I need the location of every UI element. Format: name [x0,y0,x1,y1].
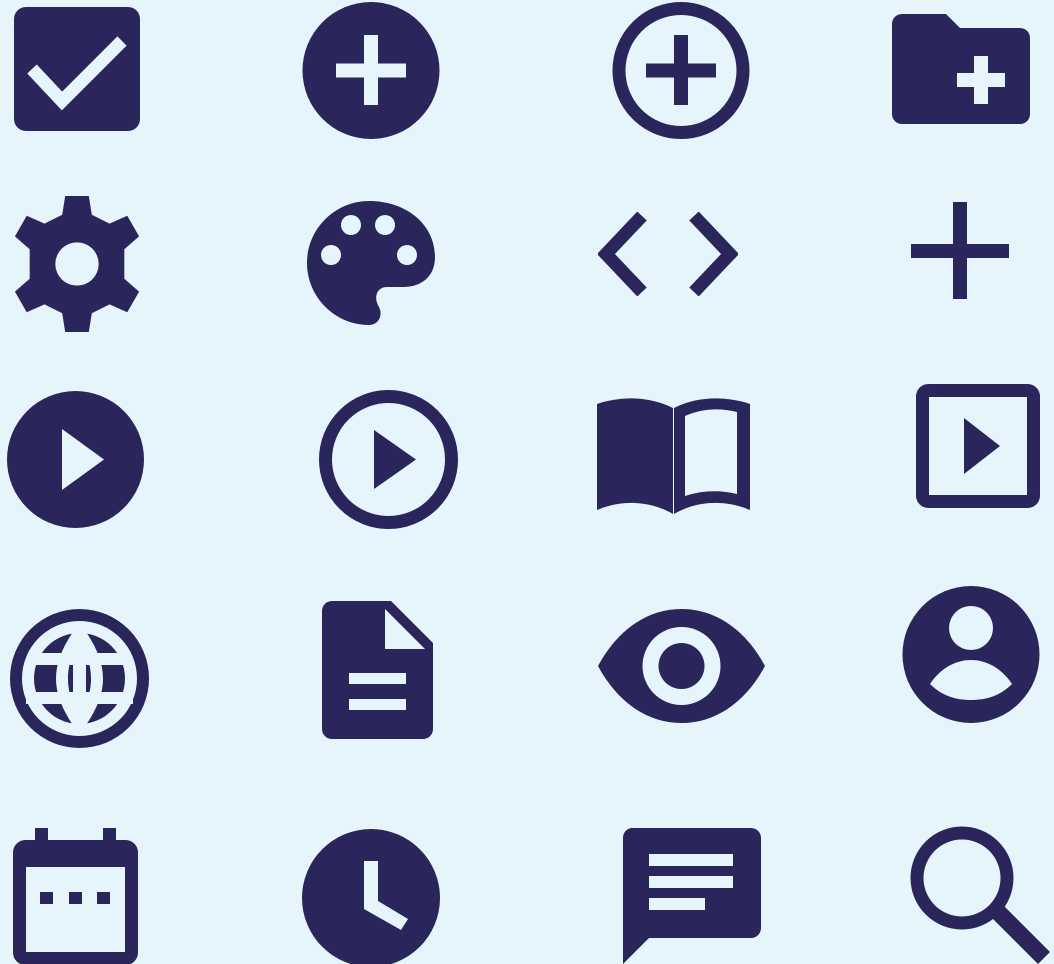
search-icon[interactable] [910,826,1050,964]
comment-icon[interactable] [621,828,761,964]
clock-icon[interactable] [302,829,440,964]
play-circle-icon[interactable] [6,391,145,528]
calendar-icon[interactable] [13,828,138,964]
add-circle-icon[interactable] [302,2,440,139]
play-circle-outline-icon[interactable] [319,390,458,529]
document-icon[interactable] [322,601,433,739]
code-icon[interactable] [598,212,738,296]
add-circle-outline-icon[interactable] [612,2,750,139]
palette-icon[interactable] [307,201,435,327]
create-folder-icon[interactable] [892,14,1030,124]
book-open-icon[interactable] [597,396,750,514]
gear-icon[interactable] [9,195,145,333]
checkbox-checked-icon[interactable] [14,7,140,131]
globe-icon[interactable] [10,609,149,748]
account-circle-icon[interactable] [902,586,1040,723]
plus-icon[interactable] [911,202,1009,299]
slideshow-icon[interactable] [916,384,1040,508]
eye-icon[interactable] [598,609,765,723]
icon-grid [0,0,1054,964]
